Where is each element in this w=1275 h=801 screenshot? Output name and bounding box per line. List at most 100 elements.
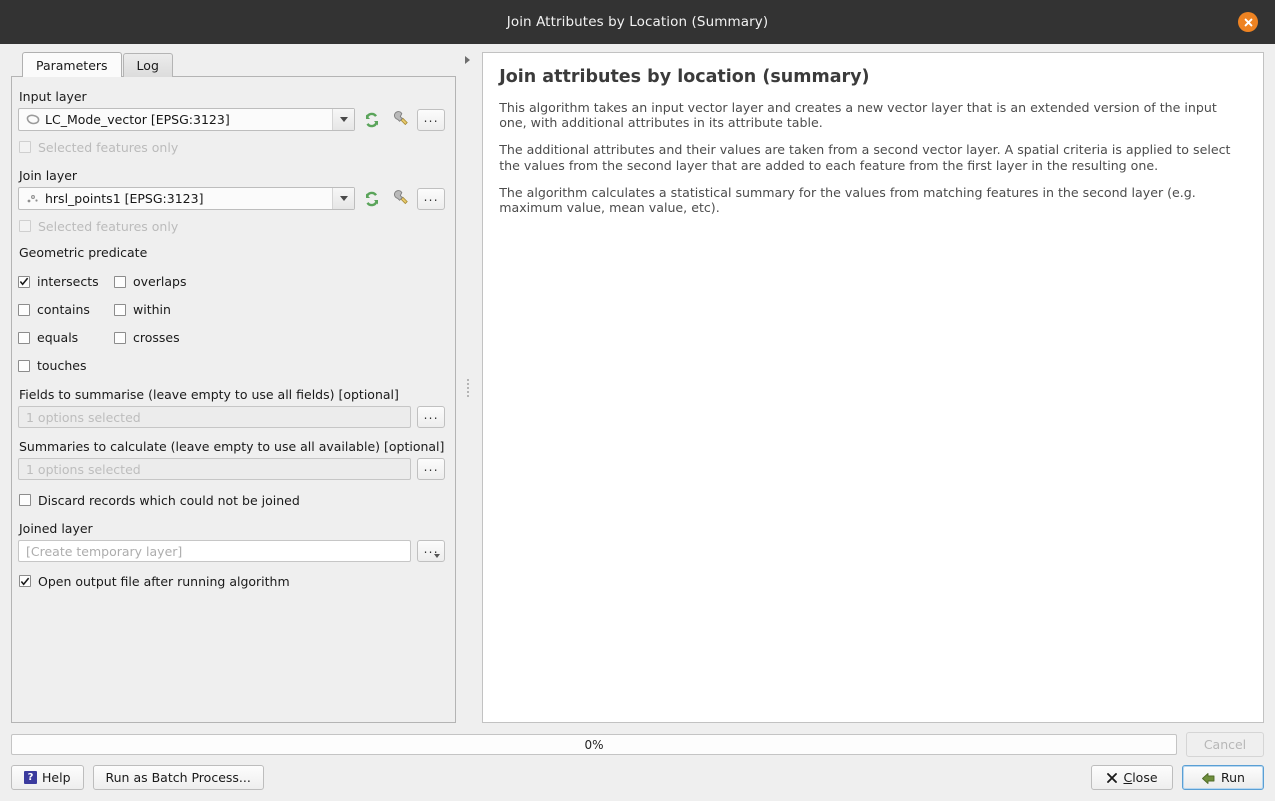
predicate-within-checkbox[interactable] [114, 303, 126, 316]
fields-to-summarise-more-label: ... [423, 408, 439, 422]
fields-to-summarise-field[interactable]: 1 options selected [18, 406, 412, 428]
title-bar: Join Attributes by Location (Summary) [0, 0, 1275, 44]
predicate-overlaps[interactable]: overlaps [114, 271, 186, 292]
tab-log[interactable]: Log [122, 53, 173, 77]
help-button[interactable]: ? Help [11, 765, 84, 790]
predicate-touches-checkbox[interactable] [18, 359, 30, 372]
help-title: Join attributes by location (summary) [499, 67, 870, 87]
check-icon [19, 277, 29, 286]
joined-layer-input[interactable]: [Create temporary layer] [18, 540, 412, 562]
close-button-label: Close [1123, 770, 1158, 785]
joined-layer-more-button[interactable]: ... [417, 540, 446, 562]
predicate-crosses[interactable]: crosses [114, 327, 180, 348]
dialog-body: Parameters Log Input layer LC_Mode_vecto… [0, 44, 1275, 723]
open-output-label: Open output file after running algorithm [38, 573, 290, 589]
predicate-contains-checkbox[interactable] [18, 303, 30, 316]
join-layer-more-label: ... [423, 189, 439, 204]
predicate-intersects-checkbox[interactable] [18, 275, 30, 288]
predicate-contains[interactable]: contains [18, 299, 114, 320]
tab-parameters[interactable]: Parameters [22, 52, 122, 77]
refresh-icon [366, 191, 379, 206]
predicate-line-1: intersects overlaps [18, 264, 445, 292]
progress-bar: 0% [11, 734, 1177, 755]
run-button-label: Run [1221, 770, 1245, 785]
dialog-window: Join Attributes by Location (Summary) Pa… [0, 0, 1275, 801]
join-layer-combo[interactable]: hrsl_points1 [EPSG:3123] [18, 187, 356, 210]
input-layer-row: LC_Mode_vector [EPSG:3123] ... [18, 108, 446, 131]
open-output-checkbox[interactable] [19, 575, 31, 587]
help-panel: Join attributes by location (summary) Th… [482, 52, 1264, 723]
join-layer-refresh-button[interactable] [361, 188, 383, 210]
progress-row: 0% Cancel [11, 732, 1264, 757]
fields-to-summarise-more-button[interactable]: ... [417, 406, 446, 428]
predicate-equals-label: equals [37, 330, 79, 345]
predicate-line-4: touches [18, 348, 445, 376]
input-layer-advanced-button[interactable] [389, 109, 411, 131]
predicate-overlaps-label: overlaps [133, 274, 187, 289]
close-button[interactable]: Close [1091, 765, 1173, 790]
predicate-touches[interactable]: touches [18, 355, 114, 376]
join-selected-features-checkbox[interactable] [19, 220, 31, 232]
join-layer-advanced-button[interactable] [389, 188, 411, 210]
input-layer-combo[interactable]: LC_Mode_vector [EPSG:3123] [18, 108, 356, 131]
join-layer-label: Join layer [19, 168, 78, 183]
help-paragraph-3: The algorithm calculates a statistical s… [499, 184, 1196, 216]
discard-records-checkbox[interactable] [19, 494, 31, 506]
predicate-crosses-label: crosses [133, 330, 180, 345]
predicate-crosses-checkbox[interactable] [114, 331, 126, 344]
summaries-to-calculate-field[interactable]: 1 options selected [18, 458, 412, 480]
collapse-panel-arrow-icon[interactable] [465, 56, 471, 64]
join-layer-dropdown-arrow[interactable] [332, 188, 355, 209]
join-selected-features-row[interactable]: Selected features only [19, 216, 445, 236]
action-row: ? Help Run as Batch Process... Close Run [11, 765, 1264, 790]
predicate-equals-checkbox[interactable] [18, 331, 30, 344]
input-layer-label: Input layer [19, 89, 87, 104]
join-layer-row: hrsl_points1 [EPSG:3123] ... [18, 187, 446, 210]
tab-log-label: Log [136, 58, 159, 73]
joined-layer-row: [Create temporary layer] ... [18, 540, 446, 562]
tab-parameters-label: Parameters [36, 57, 108, 73]
run-button[interactable]: Run [1182, 765, 1264, 790]
splitter-grip-icon[interactable] [467, 378, 470, 397]
cancel-button[interactable]: Cancel [1186, 732, 1264, 757]
summaries-to-calculate-row: 1 options selected ... [18, 458, 446, 480]
wrench-icon [393, 111, 408, 126]
run-as-batch-button[interactable]: Run as Batch Process... [92, 765, 264, 790]
close-icon [1244, 18, 1252, 26]
check-icon [20, 577, 30, 585]
discard-records-row[interactable]: Discard records which could not be joine… [19, 490, 445, 510]
tab-bar: Parameters Log [11, 52, 456, 77]
window-title: Join Attributes by Location (Summary) [506, 14, 769, 30]
join-layer-more-button[interactable]: ... [417, 187, 446, 210]
point-layer-icon [26, 193, 40, 204]
cancel-button-label: Cancel [1203, 737, 1247, 752]
input-layer-more-button[interactable]: ... [417, 108, 446, 131]
input-selected-features-label: Selected features only [38, 139, 179, 155]
question-mark-icon: ? [24, 771, 37, 784]
input-layer-dropdown-arrow[interactable] [332, 109, 355, 130]
input-selected-features-row[interactable]: Selected features only [19, 137, 445, 157]
predicate-within-label: within [133, 302, 171, 317]
predicate-equals[interactable]: equals [18, 327, 114, 348]
predicate-within[interactable]: within [114, 299, 171, 320]
discard-records-label: Discard records which could not be joine… [38, 492, 300, 508]
summaries-to-calculate-more-button[interactable]: ... [417, 458, 446, 480]
help-paragraph-2: The additional attributes and their valu… [499, 142, 1231, 173]
predicate-touches-label: touches [37, 358, 87, 373]
panel-splitter[interactable] [456, 52, 482, 723]
chevron-down-icon [339, 196, 348, 201]
predicate-contains-label: contains [37, 302, 90, 317]
join-selected-features-label: Selected features only [38, 218, 179, 234]
geometric-predicate-label: Geometric predicate [19, 245, 148, 260]
dialog-footer: 0% Cancel ? Help Run as Batch Process...… [0, 723, 1275, 801]
predicate-intersects[interactable]: intersects [18, 271, 114, 292]
input-layer-more-label: ... [423, 110, 439, 125]
predicate-overlaps-checkbox[interactable] [114, 275, 126, 288]
progress-text: 0% [584, 737, 604, 752]
input-layer-refresh-button[interactable] [361, 109, 383, 131]
joined-layer-label: Joined layer [19, 521, 93, 536]
joined-layer-more-label: ... [423, 542, 439, 556]
window-close-button[interactable] [1238, 12, 1258, 32]
open-output-row[interactable]: Open output file after running algorithm [19, 571, 445, 591]
input-selected-features-checkbox[interactable] [19, 141, 31, 153]
